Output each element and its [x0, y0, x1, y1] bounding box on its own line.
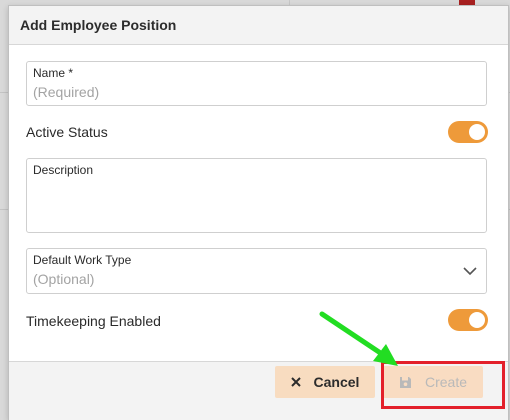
timekeeping-toggle[interactable]: [448, 309, 488, 331]
name-field[interactable]: Name * (Required): [26, 61, 487, 106]
active-status-label: Active Status: [26, 124, 108, 140]
dialog-header: Add Employee Position: [9, 6, 508, 45]
name-input[interactable]: (Required): [33, 84, 99, 100]
active-status-toggle[interactable]: [448, 121, 488, 143]
timekeeping-label: Timekeeping Enabled: [26, 313, 161, 329]
chevron-down-icon[interactable]: [463, 266, 477, 276]
default-work-type-label: Default Work Type: [33, 253, 132, 267]
create-button[interactable]: Create: [383, 366, 483, 398]
default-work-type-value[interactable]: (Optional): [33, 271, 94, 287]
close-icon: [290, 377, 301, 387]
cancel-button[interactable]: Cancel: [275, 366, 375, 398]
dialog-title: Add Employee Position: [20, 17, 177, 33]
cancel-label: Cancel: [313, 374, 360, 390]
name-label: Name *: [33, 66, 74, 80]
add-employee-position-dialog: Add Employee Position Name * (Required) …: [8, 5, 509, 420]
toggle-knob: [469, 124, 485, 140]
description-field[interactable]: Description: [26, 158, 487, 233]
description-label: Description: [33, 163, 94, 177]
default-work-type-select[interactable]: Default Work Type (Optional): [26, 248, 487, 294]
save-icon: [399, 376, 412, 389]
create-label: Create: [424, 374, 468, 390]
toggle-knob: [469, 312, 485, 328]
